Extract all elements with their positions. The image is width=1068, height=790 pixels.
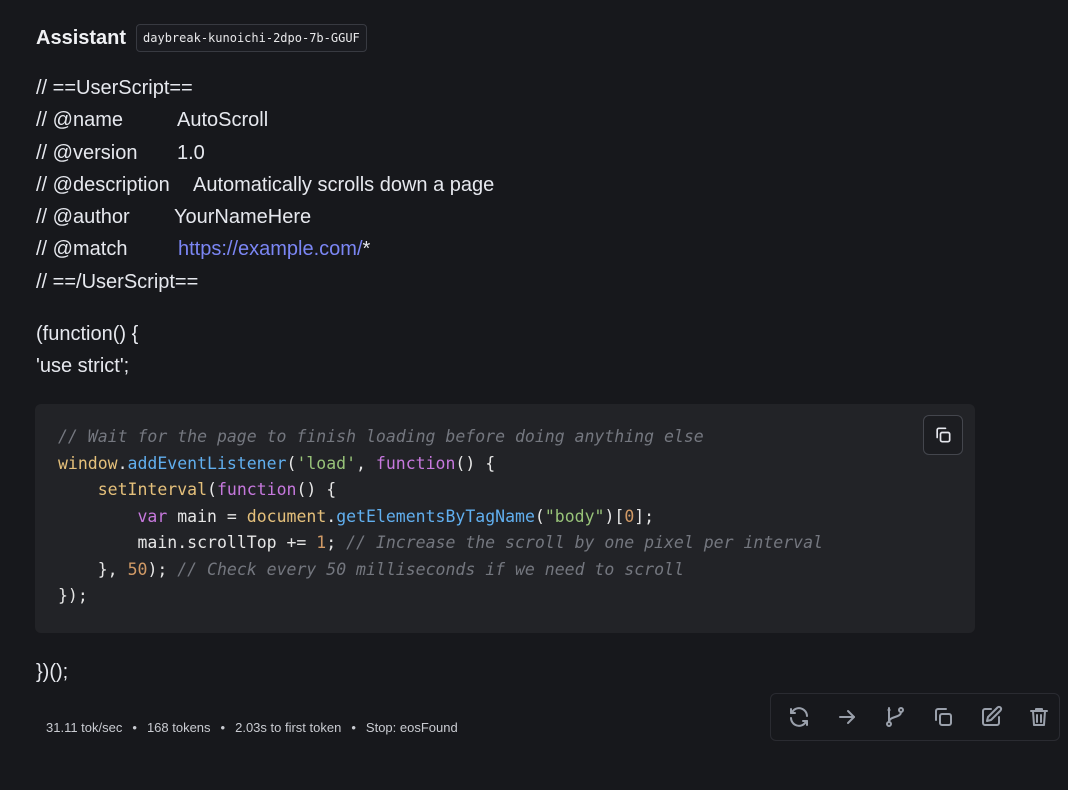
meta-description: // @description Automatically scrolls dow… <box>36 173 495 196</box>
meta-name: // @name AutoScroll <box>36 109 269 132</box>
match-link[interactable]: https://example.com/ <box>178 233 363 265</box>
message-actions <box>770 693 1060 741</box>
code-content: // Wait for the page to finish loading b… <box>58 427 823 605</box>
regenerate-icon <box>790 707 808 727</box>
branch-button[interactable] <box>879 701 911 733</box>
model-badge[interactable]: daybreak-kunoichi-2dpo-7b-GGUF <box>136 24 367 52</box>
code-postlude: })(); <box>36 661 69 683</box>
code-prelude: (function() { 'use strict'; <box>36 318 138 382</box>
meta-open: // ==UserScript== <box>36 77 193 99</box>
copy-icon <box>936 427 951 443</box>
meta-author: // @author YourNameHere <box>36 206 312 229</box>
message-header: Assistant daybreak-kunoichi-2dpo-7b-GGUF <box>36 24 367 52</box>
stat-separator: • <box>351 720 356 735</box>
code-block: // Wait for the page to finish loading b… <box>35 404 975 633</box>
prelude-line-2: 'use strict'; <box>36 355 130 377</box>
prelude-line-1: (function() { <box>36 323 139 345</box>
role-label: Assistant <box>36 26 127 49</box>
meta-version: // @version 1.0 <box>36 141 205 164</box>
branch-icon <box>886 707 904 727</box>
copy-code-button[interactable] <box>923 415 963 455</box>
edit-icon <box>982 705 1003 726</box>
continue-button[interactable] <box>831 701 863 733</box>
delete-button[interactable] <box>1023 701 1055 733</box>
stat-separator: • <box>220 720 226 735</box>
stat-speed: 31.11 tok/sec <box>46 720 123 735</box>
edit-button[interactable] <box>975 701 1007 733</box>
stat-first-token: 2.03s to first token <box>235 720 342 735</box>
stat-stop: Stop: eosFound <box>365 720 458 735</box>
userscript-metadata: // ==UserScript== // @name AutoScroll // … <box>36 72 494 298</box>
stat-separator: • <box>132 720 137 735</box>
meta-match: // @match https://example.com/* <box>36 233 494 265</box>
trash-icon <box>1030 708 1048 726</box>
meta-close: // ==/UserScript== <box>36 270 199 293</box>
copy-message-button[interactable] <box>927 701 959 733</box>
stat-tokens: 168 tokens <box>146 720 211 735</box>
generation-stats: 31.11 tok/sec • 168 tokens • 2.03s to fi… <box>46 720 458 735</box>
arrow-right-icon <box>839 710 855 724</box>
copy-icon <box>935 708 952 726</box>
regenerate-button[interactable] <box>783 701 815 733</box>
